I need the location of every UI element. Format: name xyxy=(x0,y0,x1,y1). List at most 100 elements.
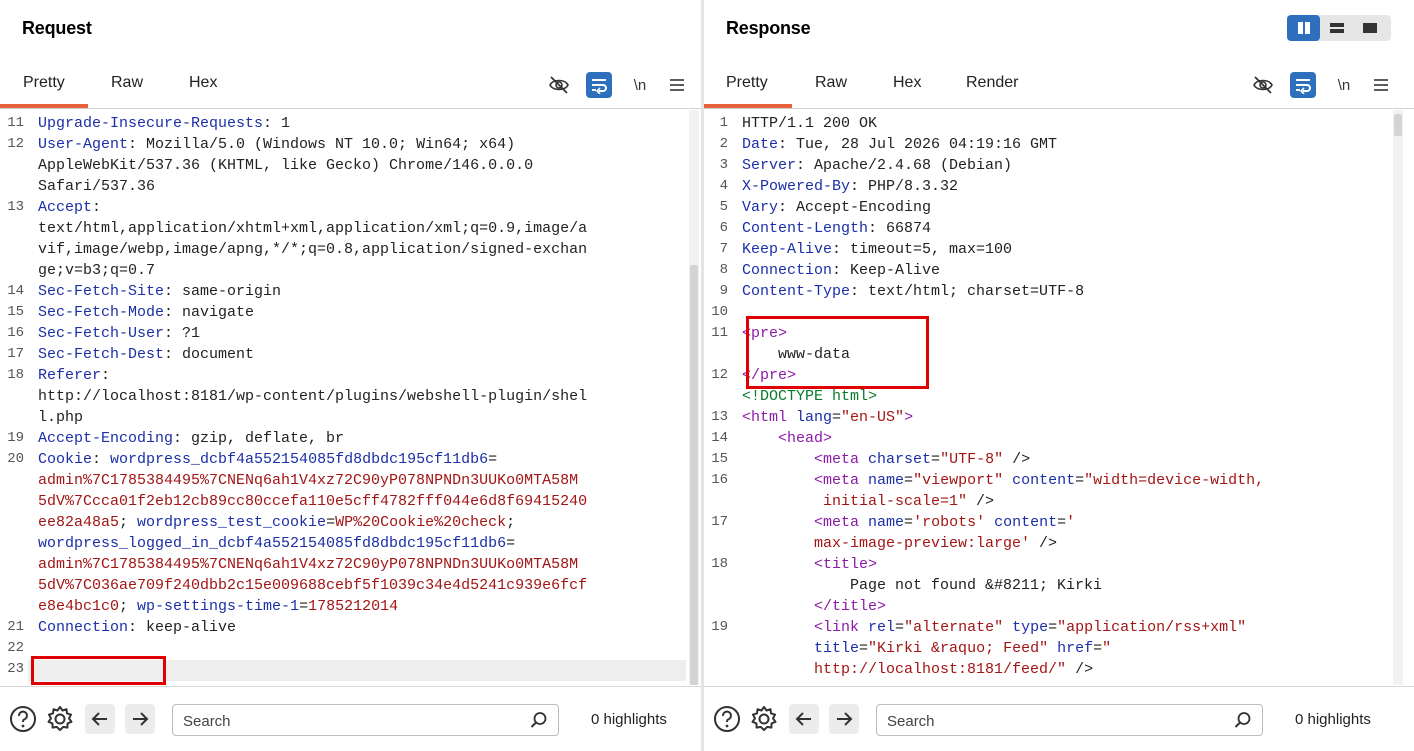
code-line[interactable]: Safari/537.36 xyxy=(0,176,701,197)
word-wrap-icon[interactable] xyxy=(586,72,612,98)
code-line[interactable]: l.php xyxy=(0,407,701,428)
response-scrollbar[interactable] xyxy=(1393,110,1403,685)
response-editor[interactable]: 1 HTTP/1.1 200 OK 2 Date: Tue, 28 Jul 2026 … xyxy=(704,110,1414,685)
response-search-input[interactable] xyxy=(887,710,1187,732)
gear-icon[interactable] xyxy=(44,703,76,735)
code-line[interactable]: vif,image/webp,image/apng,*/*;q=0.8,appl… xyxy=(0,239,701,260)
code-line[interactable]: 19 Accept-Encoding: gzip, deflate, br xyxy=(0,428,701,449)
line-number: 20 xyxy=(7,451,24,467)
code-line[interactable]: 17 Sec-Fetch-Dest: document xyxy=(0,344,701,365)
code-line[interactable]: max-image-preview:large' /> xyxy=(704,533,1414,554)
code-line[interactable]: admin%7C1785384495%7CNENq6ah1V4xz72C90yP… xyxy=(0,470,701,491)
code-line[interactable]: ee82a48a5; wordpress_test_cookie=WP%20Co… xyxy=(0,512,701,533)
newline-toggle[interactable]: \n xyxy=(1331,72,1357,98)
arrow-left-icon[interactable] xyxy=(85,704,115,734)
code-line[interactable]: 11 Upgrade-Insecure-Requests: 1 xyxy=(0,113,701,134)
code-line[interactable]: 4 X-Powered-By: PHP/8.3.32 xyxy=(704,176,1414,197)
magnifier-icon[interactable] xyxy=(1234,711,1252,734)
code-line[interactable]: 16 <meta name="viewport" content="width=… xyxy=(704,470,1414,491)
code-line[interactable]: 13 <html lang="en-US"> xyxy=(704,407,1414,428)
code-line[interactable]: </title> xyxy=(704,596,1414,617)
code-line[interactable]: 5dV%7C036ae709f240dbb2c15e009688cebf5f10… xyxy=(0,575,701,596)
request-scrollbar[interactable] xyxy=(689,110,699,685)
code-line[interactable]: http://localhost:8181/feed/" /> xyxy=(704,659,1414,680)
code-line[interactable]: 1 HTTP/1.1 200 OK xyxy=(704,113,1414,134)
gear-icon[interactable] xyxy=(748,703,780,735)
code-line[interactable]: 21 Connection: keep-alive xyxy=(0,617,701,638)
code-token: = xyxy=(488,451,498,468)
request-tab-pretty[interactable]: Pretty xyxy=(23,74,65,92)
code-line[interactable]: 6 Content-Length: 66874 xyxy=(704,218,1414,239)
line-text: ee82a48a5; wordpress_test_cookie=WP%20Co… xyxy=(38,512,515,533)
request-tab-hex[interactable]: Hex xyxy=(189,74,217,92)
code-line[interactable]: 3 Server: Apache/2.4.68 (Debian) xyxy=(704,155,1414,176)
request-search-box[interactable] xyxy=(172,704,559,736)
code-line[interactable]: 2 Date: Tue, 28 Jul 2026 04:19:16 GMT xyxy=(704,134,1414,155)
request-scroll-thumb[interactable] xyxy=(690,265,698,685)
code-line[interactable]: 7 Keep-Alive: timeout=5, max=100 xyxy=(704,239,1414,260)
code-token: : gzip, deflate, br xyxy=(173,430,345,447)
code-line[interactable]: 18 <title> xyxy=(704,554,1414,575)
code-token: Accept xyxy=(38,199,93,216)
help-circle-icon[interactable] xyxy=(7,703,39,735)
code-line[interactable]: 16 Sec-Fetch-User: ?1 xyxy=(0,323,701,344)
response-scroll-thumb[interactable] xyxy=(1394,114,1402,136)
code-line[interactable]: wordpress_logged_in_dcbf4a552154085fd8db… xyxy=(0,533,701,554)
code-line[interactable]: 18 Referer: xyxy=(0,365,701,386)
eye-slash-icon[interactable] xyxy=(546,72,572,98)
code-line[interactable]: e8e4bc1c0; wp-settings-time-1=1785212014 xyxy=(0,596,701,617)
code-token: Vary xyxy=(742,199,779,216)
code-line[interactable]: ge;v=b3;q=0.7 xyxy=(0,260,701,281)
request-tab-raw[interactable]: Raw xyxy=(111,74,143,92)
hamburger-menu-icon[interactable] xyxy=(664,72,690,98)
arrow-left-icon[interactable] xyxy=(789,704,819,734)
eye-slash-icon[interactable] xyxy=(1250,72,1276,98)
code-token: 5dV%7C036ae709f240dbb2c15e009688cebf5f10… xyxy=(38,577,588,594)
code-line[interactable]: 14 Sec-Fetch-Site: same-origin xyxy=(0,281,701,302)
request-search-input[interactable] xyxy=(183,710,483,732)
response-tab-pretty[interactable]: Pretty xyxy=(726,74,768,92)
request-editor[interactable]: 11 Upgrade-Insecure-Requests: 1 12 User-Age… xyxy=(0,110,701,685)
response-tab-hex[interactable]: Hex xyxy=(893,74,921,92)
hamburger-menu-icon[interactable] xyxy=(1368,72,1394,98)
code-line[interactable]: 8 Connection: Keep-Alive xyxy=(704,260,1414,281)
code-line[interactable]: http://localhost:8181/wp-content/plugins… xyxy=(0,386,701,407)
help-circle-icon[interactable] xyxy=(711,703,743,735)
code-line[interactable]: 5 Vary: Accept-Encoding xyxy=(704,197,1414,218)
code-line[interactable]: 5dV%7Ccca01f2eb12cb89cc80ccefa110e5cff47… xyxy=(0,491,701,512)
response-search-box[interactable] xyxy=(876,704,1263,736)
code-line[interactable]: 17 <meta name='robots' content=' xyxy=(704,512,1414,533)
line-text: initial-scale=1" /> xyxy=(742,491,994,512)
code-token: ee82a48a5 xyxy=(38,514,120,531)
response-tab-raw[interactable]: Raw xyxy=(815,74,847,92)
line-number: 1 xyxy=(719,115,728,131)
code-line[interactable]: title="Kirki &raquo; Feed" href=" xyxy=(704,638,1414,659)
arrow-right-icon[interactable] xyxy=(125,704,155,734)
code-line[interactable]: AppleWebKit/537.36 (KHTML, like Gecko) C… xyxy=(0,155,701,176)
code-line[interactable]: initial-scale=1" /> xyxy=(704,491,1414,512)
code-line[interactable]: 15 Sec-Fetch-Mode: navigate xyxy=(0,302,701,323)
code-line[interactable]: 20 Cookie: wordpress_dcbf4a552154085fd8db… xyxy=(0,449,701,470)
code-line[interactable]: text/html,application/xhtml+xml,applicat… xyxy=(0,218,701,239)
code-line[interactable]: 19 <link rel="alternate" type="applicati… xyxy=(704,617,1414,638)
request-active-tab-indicator xyxy=(0,104,88,108)
word-wrap-icon[interactable] xyxy=(1290,72,1316,98)
code-line[interactable]: <!DOCTYPE html> xyxy=(704,386,1414,407)
magnifier-icon[interactable] xyxy=(530,711,548,734)
code-line[interactable]: Page not found &#8211; Kirki xyxy=(704,575,1414,596)
code-line[interactable]: 15 <meta charset="UTF-8" /> xyxy=(704,449,1414,470)
response-tab-render[interactable]: Render xyxy=(966,74,1018,92)
single-layout-icon[interactable] xyxy=(1353,15,1386,41)
code-token: Connection xyxy=(742,262,833,279)
code-token: rel xyxy=(868,619,896,636)
split-horizontal-layout-icon[interactable] xyxy=(1320,15,1353,41)
arrow-right-icon[interactable] xyxy=(829,704,859,734)
code-line[interactable]: 13 Accept: xyxy=(0,197,701,218)
code-line[interactable]: 12 User-Agent: Mozilla/5.0 (Windows NT 10… xyxy=(0,134,701,155)
code-line[interactable]: 14 <head> xyxy=(704,428,1414,449)
newline-toggle[interactable]: \n xyxy=(627,72,653,98)
response-tab-bar: Pretty Raw Hex Render \n xyxy=(704,60,1414,109)
split-vertical-layout-icon[interactable] xyxy=(1287,15,1320,41)
code-line[interactable]: 9 Content-Type: text/html; charset=UTF-8 xyxy=(704,281,1414,302)
code-line[interactable]: admin%7C1785384495%7CNENq6ah1V4xz72C90yP… xyxy=(0,554,701,575)
